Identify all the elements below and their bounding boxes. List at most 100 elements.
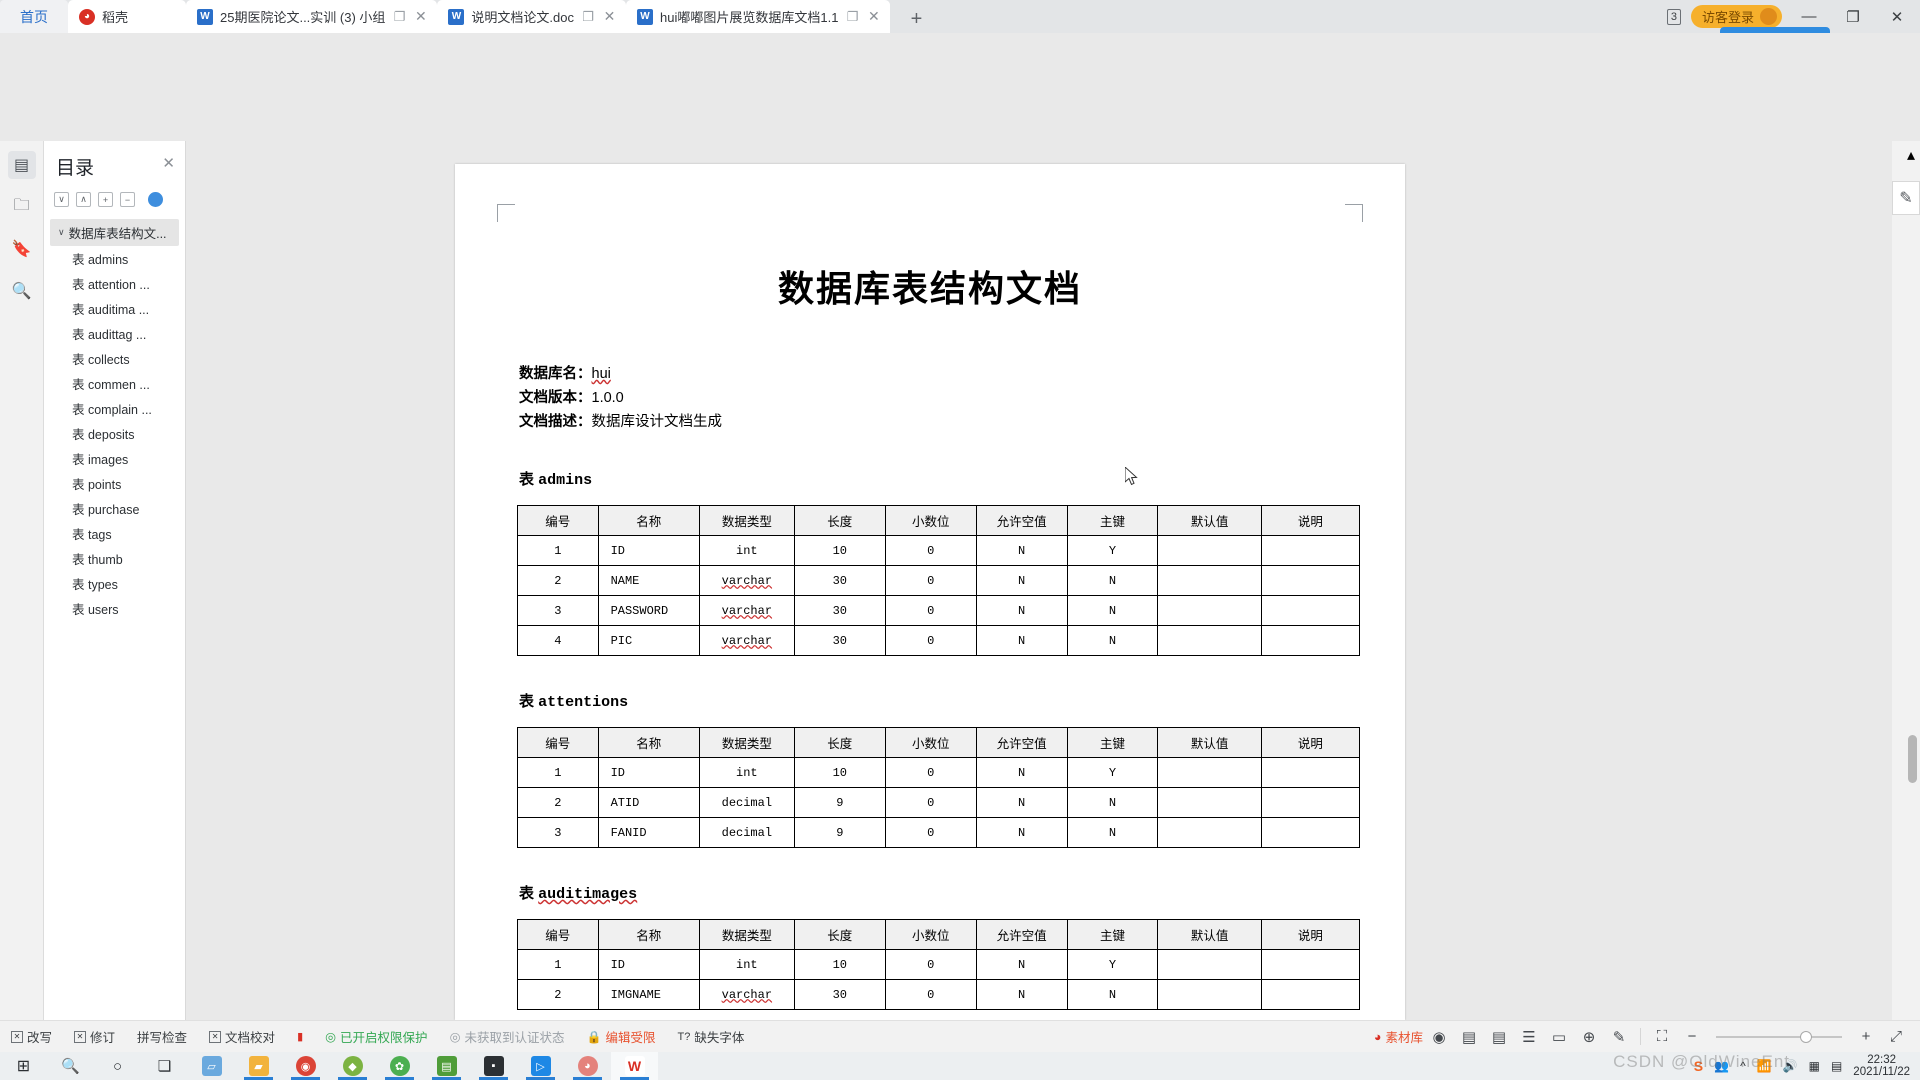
status-permission-protection[interactable]: ◎ 已开启权限保护 bbox=[314, 1027, 438, 1046]
scroll-up-icon[interactable]: ▴ bbox=[1907, 145, 1916, 164]
tab-close-icon[interactable]: ✕ bbox=[866, 8, 881, 25]
fullscreen-icon[interactable]: ⤢ bbox=[1882, 1023, 1910, 1051]
tab-hospital-thesis[interactable]: W 25期医院论文...实训 (3) 小组 ❐ ✕ bbox=[186, 0, 438, 33]
chevron-up-icon[interactable]: ^ bbox=[1740, 1059, 1746, 1073]
outline-item-purchase[interactable]: 表 purchase bbox=[44, 496, 185, 521]
col-primarykey: 主键 bbox=[1066, 505, 1159, 536]
taskbar-file-explorer[interactable]: ▰ bbox=[235, 1052, 282, 1080]
close-button[interactable]: ✕ bbox=[1880, 2, 1914, 32]
cortana-button[interactable]: ○ bbox=[94, 1052, 141, 1080]
status-spellcheck[interactable]: 拼写检查 bbox=[126, 1027, 198, 1046]
new-tab-button[interactable]: + bbox=[902, 8, 930, 31]
cell-remark bbox=[1260, 595, 1361, 626]
ime-tray-icon[interactable]: ▦ bbox=[1809, 1059, 1820, 1073]
start-button[interactable]: ⊞ bbox=[0, 1052, 47, 1080]
status-revision[interactable]: ✕ 修订 bbox=[63, 1027, 126, 1046]
status-missing-font[interactable]: T? 缺失字体 bbox=[666, 1027, 755, 1046]
outline-item-attentions[interactable]: 表 attention ... bbox=[44, 271, 185, 296]
print-layout-icon[interactable]: ▤ bbox=[1455, 1023, 1483, 1051]
outline-item-thumb[interactable]: 表 thumb bbox=[44, 546, 185, 571]
decrease-level-icon[interactable]: − bbox=[120, 192, 135, 207]
tab-close-icon[interactable]: ✕ bbox=[602, 8, 617, 25]
outline-item-auditimages[interactable]: 表 auditima ... bbox=[44, 296, 185, 321]
meta-value: 1.0.0 bbox=[591, 390, 624, 406]
close-icon[interactable]: ✕ bbox=[162, 154, 175, 172]
task-view-button[interactable]: ❏ bbox=[141, 1052, 188, 1080]
volume-icon[interactable]: 🔊 bbox=[1783, 1059, 1798, 1073]
zoom-in-button[interactable]: + bbox=[1852, 1023, 1880, 1051]
status-proofread[interactable]: ✕ 文档校对 bbox=[198, 1027, 286, 1046]
status-auth-state[interactable]: ◎ 未获取到认证状态 bbox=[439, 1027, 576, 1046]
taskbar-spring[interactable]: ✿ bbox=[376, 1052, 423, 1080]
zoom-slider-handle[interactable] bbox=[1800, 1030, 1812, 1043]
tab-restore-icon[interactable]: ❐ bbox=[845, 9, 859, 25]
outline-item-points[interactable]: 表 points bbox=[44, 471, 185, 496]
increase-level-icon[interactable]: + bbox=[98, 192, 113, 207]
document-page[interactable]: 数据库表结构文档 数据库名：hui 文档版本：1.0.0 文档描述：数据库设计文… bbox=[455, 164, 1405, 1020]
globe-icon[interactable] bbox=[148, 192, 163, 207]
taskbar-chrome[interactable]: ◉ bbox=[282, 1052, 329, 1080]
outline-item-types[interactable]: 表 types bbox=[44, 571, 185, 596]
outline-icon[interactable]: ☰ bbox=[1515, 1023, 1543, 1051]
search-button[interactable]: 🔍 bbox=[47, 1052, 94, 1080]
web-icon[interactable]: ⊕ bbox=[1575, 1023, 1603, 1051]
outline-item-images[interactable]: 表 images bbox=[44, 446, 185, 471]
zoom-out-button[interactable]: − bbox=[1678, 1023, 1706, 1051]
outline-item-collects[interactable]: 表 collects bbox=[44, 346, 185, 371]
taskbar-media-player[interactable]: ▷ bbox=[517, 1052, 564, 1080]
taskbar-terminal[interactable]: ▪ bbox=[470, 1052, 517, 1080]
page-icon[interactable]: ▤ bbox=[1485, 1023, 1513, 1051]
tab-restore-icon[interactable]: ❐ bbox=[392, 9, 406, 25]
zoom-slider[interactable] bbox=[1716, 1030, 1842, 1043]
eye-icon[interactable]: ◉ bbox=[1425, 1023, 1453, 1051]
meta-row-version: 文档版本：1.0.0 bbox=[519, 386, 1345, 410]
network-icon[interactable]: 📶 bbox=[1757, 1059, 1772, 1073]
cell-primarykey: Y bbox=[1066, 949, 1159, 980]
home-tab[interactable]: 首页 bbox=[0, 0, 68, 33]
clock[interactable]: 22:32 2021/11/22 bbox=[1853, 1054, 1910, 1078]
outline-item-admins[interactable]: 表 admins bbox=[44, 246, 185, 271]
outline-item-complains[interactable]: 表 complain ... bbox=[44, 396, 185, 421]
window-count-badge[interactable]: 3 bbox=[1666, 8, 1681, 25]
outline-item-comments[interactable]: 表 commen ... bbox=[44, 371, 185, 396]
guest-login-button[interactable]: 访客登录 bbox=[1690, 5, 1782, 28]
sogou-tray-icon[interactable]: S bbox=[1694, 1058, 1703, 1074]
vertical-scrollbar[interactable] bbox=[1908, 735, 1917, 783]
tab-restore-icon[interactable]: ❐ bbox=[581, 9, 595, 25]
taskbar-navicat[interactable]: ◆ bbox=[329, 1052, 376, 1080]
tab-close-icon[interactable]: ✕ bbox=[413, 8, 428, 25]
outline-item-root[interactable]: ∨ 数据库表结构文... bbox=[50, 219, 179, 246]
fit-page-icon[interactable]: ⛶ bbox=[1648, 1023, 1676, 1051]
outline-item-audittags[interactable]: 表 audittag ... bbox=[44, 321, 185, 346]
battery-icon[interactable]: ▤ bbox=[1831, 1059, 1842, 1073]
material-library-button[interactable]: ◕ 素材库 bbox=[1374, 1027, 1423, 1046]
tab-database-doc[interactable]: W hui嘟嘟图片展览数据库文档1.1 ❐ ✕ bbox=[626, 0, 891, 33]
status-overwrite[interactable]: ✕ 改写 bbox=[0, 1027, 63, 1046]
status-edit-restricted[interactable]: 🔒 编辑受限 bbox=[576, 1027, 667, 1046]
taskbar-editor[interactable]: ▤ bbox=[423, 1052, 470, 1080]
col-datatype: 数据类型 bbox=[698, 727, 795, 758]
tab-explain-doc[interactable]: W 说明文档论文.doc ❐ ✕ bbox=[437, 0, 626, 33]
expand-all-icon[interactable]: ∨ bbox=[54, 192, 69, 207]
document-canvas[interactable]: 数据库表结构文档 数据库名：hui 文档版本：1.0.0 文档描述：数据库设计文… bbox=[186, 141, 1892, 1020]
pen-icon[interactable]: ✎ bbox=[1605, 1023, 1633, 1051]
tab-label: 25期医院论文...实训 (3) 小组 bbox=[220, 10, 386, 25]
taskbar-qq[interactable]: ◕ bbox=[564, 1052, 611, 1080]
taskbar-notes[interactable]: ▱ bbox=[188, 1052, 235, 1080]
taskbar-wps-office[interactable]: W bbox=[611, 1052, 658, 1080]
bookmark-icon[interactable]: 🔖 bbox=[8, 235, 36, 263]
heading-name: attentions bbox=[538, 694, 629, 711]
tab-docker[interactable]: ◕ 稻壳 bbox=[68, 0, 186, 33]
outline-item-deposits[interactable]: 表 deposits bbox=[44, 421, 185, 446]
people-icon[interactable]: 👥 bbox=[1714, 1059, 1729, 1073]
outline-item-users[interactable]: 表 users bbox=[44, 596, 185, 621]
maximize-button[interactable]: ❐ bbox=[1836, 2, 1870, 32]
pen-tool-icon[interactable]: ✎ bbox=[1892, 181, 1920, 215]
search-icon[interactable]: 🔍 bbox=[8, 277, 36, 305]
chevron-down-icon[interactable]: ∨ bbox=[58, 227, 65, 238]
collapse-all-icon[interactable]: ∧ bbox=[76, 192, 91, 207]
document-icon[interactable]: ▤ bbox=[7, 151, 36, 179]
read-icon[interactable]: ▭ bbox=[1545, 1023, 1573, 1051]
folder-icon[interactable]: 🗀 bbox=[8, 193, 36, 221]
outline-item-tags[interactable]: 表 tags bbox=[44, 521, 185, 546]
